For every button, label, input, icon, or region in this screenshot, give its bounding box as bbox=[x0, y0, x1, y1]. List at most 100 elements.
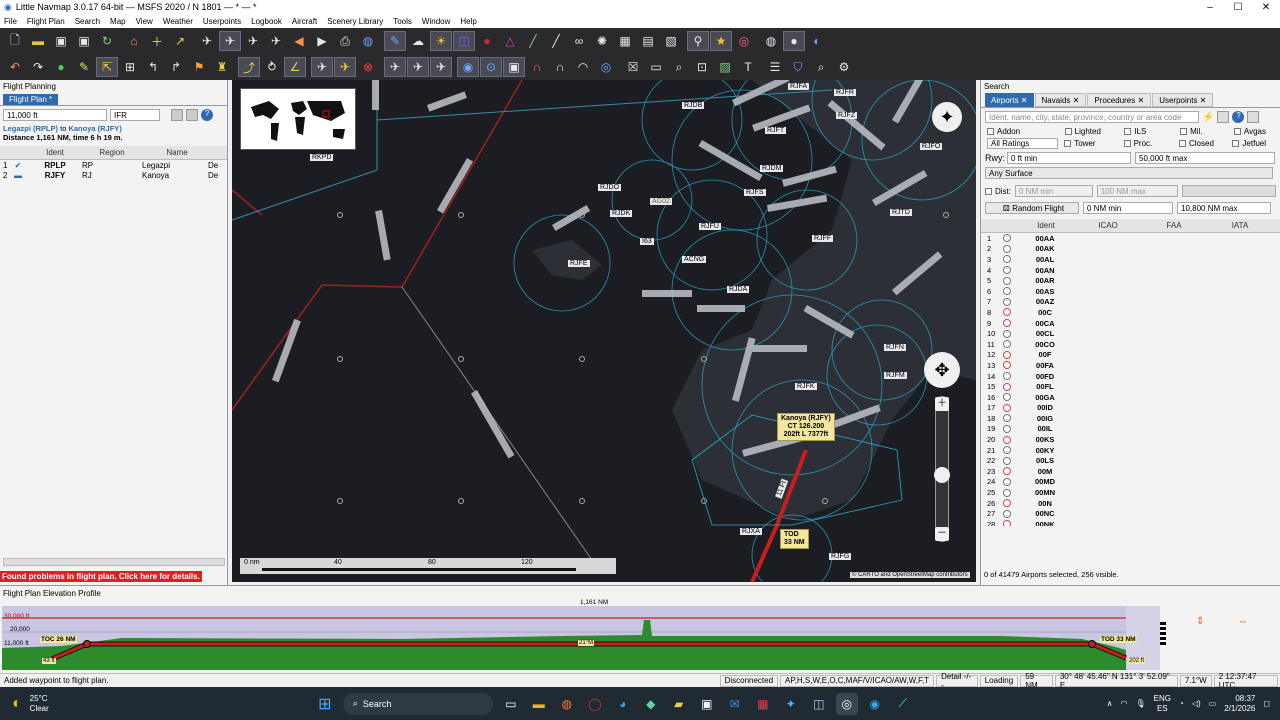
filter-icon[interactable]: ⚡ bbox=[1202, 112, 1214, 123]
triangle-icon[interactable]: △ bbox=[499, 31, 521, 51]
zoom-box-icon[interactable]: ⊡ bbox=[691, 57, 713, 77]
clear-button[interactable] bbox=[1247, 111, 1260, 123]
maximize-button[interactable]: ☐ bbox=[1224, 2, 1252, 13]
minimize-button[interactable]: – bbox=[1196, 2, 1224, 13]
file-explorer-icon[interactable]: ▬ bbox=[528, 693, 550, 715]
list-item[interactable]: 20 00KS bbox=[981, 434, 1280, 445]
network-icon[interactable]: ◠ bbox=[1121, 699, 1128, 708]
frame-icon[interactable]: ▤ bbox=[637, 31, 659, 51]
closed-checkbox[interactable]: Closed bbox=[1178, 138, 1224, 149]
map-canvas[interactable] bbox=[232, 80, 976, 582]
settings-icon[interactable]: ⚙ bbox=[833, 57, 855, 77]
menu-window[interactable]: Window bbox=[422, 17, 450, 26]
tab-procedures[interactable]: Procedures ✕ bbox=[1087, 93, 1152, 107]
save-icon[interactable]: ▣ bbox=[50, 31, 72, 51]
airport-label[interactable]: RJDK bbox=[610, 210, 633, 217]
weather-widget[interactable]: 25°C Clear bbox=[30, 694, 49, 714]
list-item[interactable]: 8 00C bbox=[981, 307, 1280, 318]
aircraft-icon[interactable]: ✈ bbox=[196, 31, 218, 51]
menu-search[interactable]: Search bbox=[75, 17, 100, 26]
list-item[interactable]: 26 00N bbox=[981, 498, 1280, 509]
profile-horizontal-zoom-icon[interactable]: ⇔ bbox=[1238, 616, 1248, 627]
redo-icon[interactable]: ↷ bbox=[27, 57, 49, 77]
list-item[interactable]: 10 00CL bbox=[981, 328, 1280, 339]
no-plane-icon[interactable]: ⊗ bbox=[357, 57, 379, 77]
flight-rules-select[interactable]: IFR bbox=[110, 109, 160, 121]
table-row[interactable]: 2 ▬ RJFY RJ Kanoya De bbox=[0, 170, 227, 180]
overview-map[interactable] bbox=[240, 88, 356, 150]
text-icon[interactable]: T bbox=[737, 57, 759, 77]
target-icon[interactable]: ◎ bbox=[733, 31, 755, 51]
col-ident[interactable]: Ident bbox=[1017, 221, 1075, 230]
airport-label[interactable]: RJFZ bbox=[836, 112, 858, 119]
airport-label[interactable]: RJFA bbox=[788, 83, 810, 90]
ils-icon[interactable]: ▣ bbox=[503, 57, 525, 77]
task-view-icon[interactable]: ▭ bbox=[500, 693, 522, 715]
leg2-icon[interactable]: ↱ bbox=[165, 57, 187, 77]
destination-link[interactable]: Kanoya (RJFY) bbox=[68, 124, 121, 133]
image-icon[interactable]: ▨ bbox=[714, 57, 736, 77]
notifications-icon[interactable]: ◻ bbox=[1263, 699, 1270, 708]
marker-beacon-icon[interactable]: ∩ bbox=[526, 57, 548, 77]
app-icon-3[interactable]: ▦ bbox=[752, 693, 774, 715]
volume-icon[interactable]: ◁) bbox=[1192, 699, 1201, 708]
app-icon-2[interactable]: ▣ bbox=[696, 693, 718, 715]
menu-button[interactable] bbox=[1217, 111, 1230, 123]
marker-icon[interactable]: ⚑ bbox=[188, 57, 210, 77]
list-item[interactable]: 17 00ID bbox=[981, 403, 1280, 414]
list-item[interactable]: 2 00AK bbox=[981, 244, 1280, 255]
table-row[interactable]: 1 ✔ RPLP RP Legazpi De bbox=[0, 160, 227, 170]
language-indicator[interactable]: ENG ES bbox=[1154, 694, 1171, 714]
little-navmap-icon[interactable]: ◎ bbox=[835, 692, 858, 715]
green-dot-icon[interactable]: ● bbox=[50, 57, 72, 77]
avgas-checkbox[interactable]: Avgas bbox=[1233, 127, 1266, 136]
destination-airport-label[interactable]: Kanoya (RJFY) CT 126.200 202ft L 7377ft bbox=[777, 413, 835, 441]
altitude-input[interactable]: 11,000 ft bbox=[3, 109, 107, 121]
menu-weather[interactable]: Weather bbox=[163, 17, 193, 26]
firefox-icon[interactable]: ◍ bbox=[556, 693, 578, 715]
random-min-input[interactable]: 0 NM min bbox=[1083, 202, 1173, 214]
airport-label[interactable]: RJDM bbox=[760, 165, 784, 172]
list-item[interactable]: 7 00AZ bbox=[981, 297, 1280, 308]
menu-logbook[interactable]: Logbook bbox=[251, 17, 282, 26]
select-icon[interactable]: ⇱ bbox=[96, 57, 118, 77]
menu-aircraft[interactable]: Aircraft bbox=[292, 17, 317, 26]
insert-icon[interactable]: ⊞ bbox=[119, 57, 141, 77]
battery-icon[interactable]: ▭ bbox=[1209, 699, 1217, 708]
back-icon[interactable]: ◀ bbox=[288, 31, 310, 51]
help-icon[interactable]: ? bbox=[1232, 111, 1245, 123]
jetfuel-checkbox[interactable]: Jetfuel bbox=[1232, 138, 1266, 149]
opera-icon[interactable]: ◯ bbox=[584, 693, 606, 715]
list-item[interactable]: 21 00KY bbox=[981, 445, 1280, 456]
airport-label[interactable]: RJFF bbox=[812, 235, 834, 242]
horizontal-scrollbar[interactable] bbox=[3, 558, 225, 566]
menu-map[interactable]: Map bbox=[110, 17, 126, 26]
list-item[interactable]: 16 00GA bbox=[981, 392, 1280, 403]
taskbar-search[interactable]: ⌕ Search bbox=[342, 692, 493, 715]
list-item[interactable]: 5 00AR bbox=[981, 275, 1280, 286]
airport-label[interactable]: RJDB bbox=[682, 102, 705, 109]
col-iata[interactable]: IATA bbox=[1207, 221, 1273, 230]
airport-label[interactable]: I63 bbox=[640, 238, 654, 245]
distance-checkbox[interactable]: Dist: bbox=[985, 187, 1011, 196]
weather-icon[interactable]: ☀ bbox=[430, 31, 452, 51]
app-icon-5[interactable]: ◫ bbox=[808, 693, 830, 715]
vor-icon[interactable]: ◉ bbox=[457, 57, 479, 77]
distance-direction-select[interactable] bbox=[1182, 185, 1276, 197]
menu-tools[interactable]: Tools bbox=[393, 17, 412, 26]
wp-c-icon[interactable]: ✈ bbox=[430, 57, 452, 77]
menu-flight-plan[interactable]: Flight Plan bbox=[27, 17, 65, 26]
compass-icon[interactable]: ✺ bbox=[591, 31, 613, 51]
msa-icon[interactable]: ◠ bbox=[572, 57, 594, 77]
search-input[interactable]: Ident, name, city, state, province, coun… bbox=[985, 111, 1199, 123]
tower-checkbox[interactable]: Tower bbox=[1064, 138, 1115, 149]
menu-userpoints[interactable]: Userpoints bbox=[203, 17, 241, 26]
list-item[interactable]: 1 00AA bbox=[981, 233, 1280, 244]
profile-tod[interactable]: TOD 33 NM bbox=[1100, 636, 1137, 643]
procedures-checkbox[interactable]: Proc. bbox=[1123, 138, 1171, 149]
holding-icon[interactable]: ∩ bbox=[549, 57, 571, 77]
mic-icon[interactable]: 🎙 bbox=[1135, 699, 1145, 708]
help-icon[interactable]: ? bbox=[201, 109, 213, 121]
app-icon-6[interactable]: ◉ bbox=[864, 693, 886, 715]
airport-label[interactable]: RJFK bbox=[795, 383, 817, 390]
